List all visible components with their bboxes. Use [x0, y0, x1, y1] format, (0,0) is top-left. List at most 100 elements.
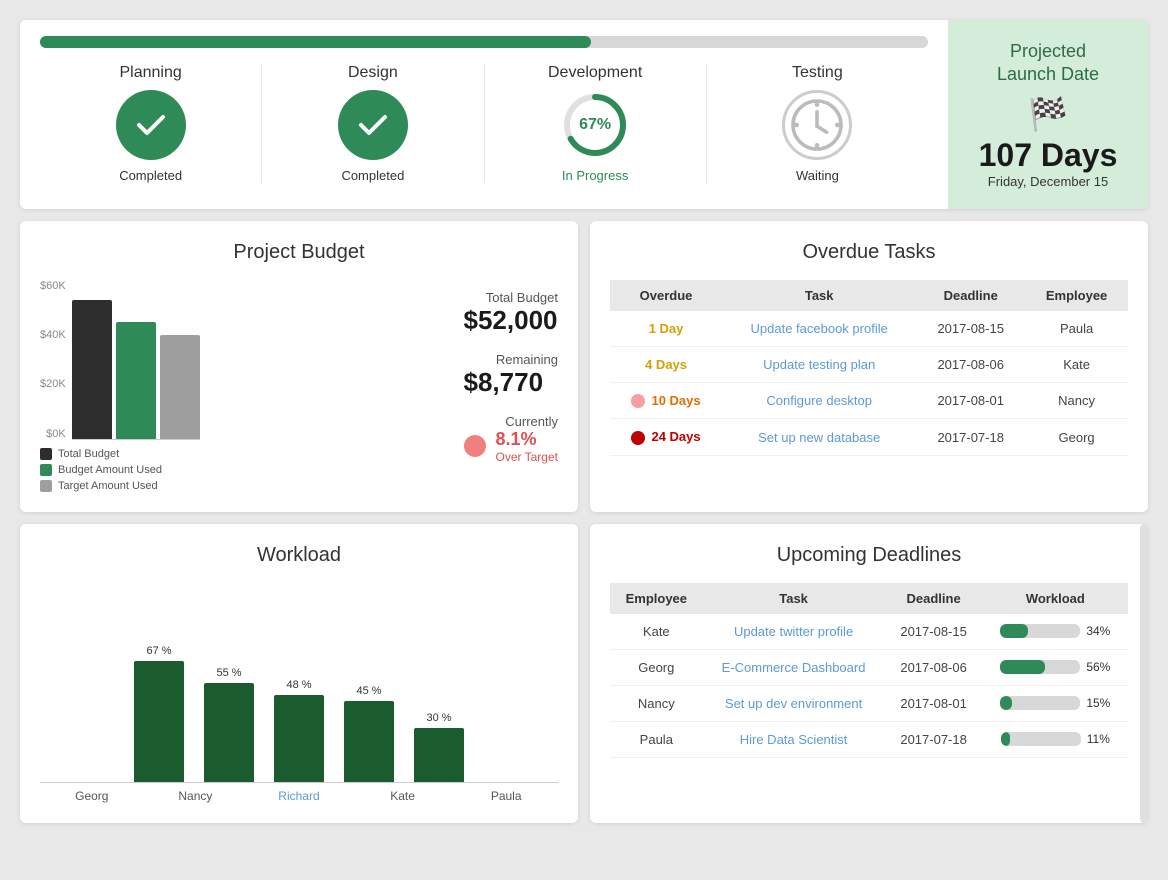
overdue-title: Overdue Tasks — [610, 241, 1128, 264]
workload-name: Nancy — [165, 789, 225, 803]
phase-development-title: Development — [548, 64, 642, 82]
budget-over-block: 8.1% Over Target — [496, 429, 558, 464]
workload-bar-group: 67 % — [134, 645, 184, 782]
upcoming-employee: Georg — [610, 649, 703, 685]
phase-development-status: In Progress — [562, 168, 628, 183]
overdue-employee: Kate — [1025, 346, 1128, 382]
upcoming-workload: 34% — [983, 614, 1128, 650]
workload-name: Paula — [476, 789, 536, 803]
upcoming-deadline: 2017-08-01 — [885, 685, 983, 721]
upcoming-task: E-Commerce Dashboard — [703, 649, 885, 685]
workload-pct-label: 15% — [1086, 696, 1110, 710]
budget-over-pct: 8.1% — [496, 429, 558, 450]
budget-chart: $60K $40K $20K $0K — [40, 280, 444, 492]
workload-track — [1000, 624, 1080, 638]
top-section: Planning Completed Design — [20, 20, 1148, 209]
overdue-row: 10 Days Configure desktop 2017-08-01 Nan… — [610, 382, 1128, 419]
workload-progress — [1000, 624, 1027, 638]
workload-chart: 67 %55 %48 %45 %30 %GeorgNancyRichardKat… — [40, 583, 558, 803]
overdue-employee: Georg — [1025, 419, 1128, 456]
upcoming-col-workload: Workload — [983, 583, 1128, 614]
workload-pct-label: 56% — [1086, 660, 1110, 674]
phase-design: Design Completed — [262, 64, 484, 183]
upcoming-task: Set up dev environment — [703, 685, 885, 721]
workload-name: Georg — [62, 789, 122, 803]
budget-total-value: $52,000 — [464, 305, 558, 336]
progress-phases: Planning Completed Design — [20, 20, 948, 209]
workload-name: Kate — [373, 789, 433, 803]
overdue-col-employee: Employee — [1025, 280, 1128, 311]
overdue-col-task: Task — [722, 280, 916, 311]
overdue-table: Overdue Task Deadline Employee 1 Day Upd… — [610, 280, 1128, 456]
budget-over-row: 8.1% Over Target — [464, 429, 558, 464]
scrollbar[interactable] — [1140, 524, 1148, 823]
overdue-col-overdue: Overdue — [610, 280, 722, 311]
workload-card: Workload 67 %55 %48 %45 %30 %GeorgNancyR… — [20, 524, 578, 823]
budget-remaining-label: Remaining — [464, 352, 558, 367]
legend-label-target: Target Amount Used — [58, 480, 158, 492]
workload-progress — [1000, 696, 1012, 710]
middle-section: Project Budget $60K $40K $20K $0K — [20, 221, 1148, 512]
upcoming-col-employee: Employee — [610, 583, 703, 614]
upcoming-row: Nancy Set up dev environment 2017-08-01 … — [610, 685, 1128, 721]
budget-over-label: Over Target — [496, 450, 558, 464]
overdue-days: 10 Days — [610, 382, 722, 419]
workload-bar-label-top: 67 % — [146, 645, 171, 657]
budget-total-block: Total Budget $52,000 — [464, 290, 558, 336]
legend-dot-budget — [40, 464, 52, 476]
upcoming-workload: 11% — [983, 721, 1128, 757]
overdue-task: Set up new database — [722, 419, 916, 456]
workload-bars: 67 %55 %48 %45 %30 % — [40, 583, 558, 783]
upcoming-col-task: Task — [703, 583, 885, 614]
workload-progress — [1000, 660, 1045, 674]
y-label-60k: $60K — [40, 280, 66, 292]
workload-track — [1000, 696, 1080, 710]
phase-development: Development 67% In Progress — [485, 64, 707, 183]
workload-bar-label-top: 48 % — [286, 679, 311, 691]
budget-remaining-block: Remaining $8,770 — [464, 352, 558, 398]
workload-bar-group: 48 % — [274, 679, 324, 781]
workload-bar-inner — [414, 728, 464, 782]
workload-progress — [1001, 732, 1010, 746]
upcoming-workload: 15% — [983, 685, 1128, 721]
workload-track — [1001, 732, 1081, 746]
legend-budget-used: Budget Amount Used — [40, 464, 444, 476]
projected-launch-title: ProjectedLaunch Date — [997, 40, 1099, 87]
upcoming-employee: Kate — [610, 614, 703, 650]
upcoming-deadline: 2017-08-06 — [885, 649, 983, 685]
y-label-40k: $40K — [40, 329, 66, 341]
upcoming-row: Georg E-Commerce Dashboard 2017-08-06 56… — [610, 649, 1128, 685]
phase-design-icon — [338, 90, 408, 160]
workload-pct-label: 34% — [1086, 624, 1110, 638]
overdue-dot-light — [631, 394, 645, 408]
legend-dot-total — [40, 448, 52, 460]
budget-total-label: Total Budget — [464, 290, 558, 305]
phase-development-pct: 67% — [579, 116, 611, 134]
phase-testing-icon — [782, 90, 852, 160]
overdue-employee: Paula — [1025, 311, 1128, 347]
upcoming-task: Hire Data Scientist — [703, 721, 885, 757]
overdue-row: 24 Days Set up new database 2017-07-18 G… — [610, 419, 1128, 456]
workload-bar-inner — [344, 701, 394, 782]
workload-bar-label-top: 45 % — [356, 685, 381, 697]
legend-label-total: Total Budget — [58, 448, 119, 460]
y-axis: $60K $40K $20K $0K — [40, 280, 72, 440]
overdue-deadline: 2017-08-15 — [916, 311, 1025, 347]
workload-bar-inner — [134, 661, 184, 782]
progress-bar-bg — [40, 36, 928, 48]
workload-bar-group: 45 % — [344, 685, 394, 782]
workload-bar-label-top: 30 % — [426, 712, 451, 724]
overdue-dot-red — [631, 431, 645, 445]
projected-launch: ProjectedLaunch Date 🏁 107 Days Friday, … — [948, 20, 1148, 209]
phase-design-title: Design — [348, 64, 398, 82]
workload-title: Workload — [40, 544, 558, 567]
overdue-days: 1 Day — [610, 311, 722, 347]
upcoming-deadline: 2017-08-15 — [885, 614, 983, 650]
phase-planning-icon — [116, 90, 186, 160]
clock-icon — [787, 95, 847, 155]
workload-track — [1000, 660, 1080, 674]
overdue-deadline: 2017-08-01 — [916, 382, 1025, 419]
dashboard: Planning Completed Design — [20, 20, 1148, 823]
phase-testing-title: Testing — [792, 64, 843, 82]
chart-legend: Total Budget Budget Amount Used Target A… — [40, 448, 444, 492]
